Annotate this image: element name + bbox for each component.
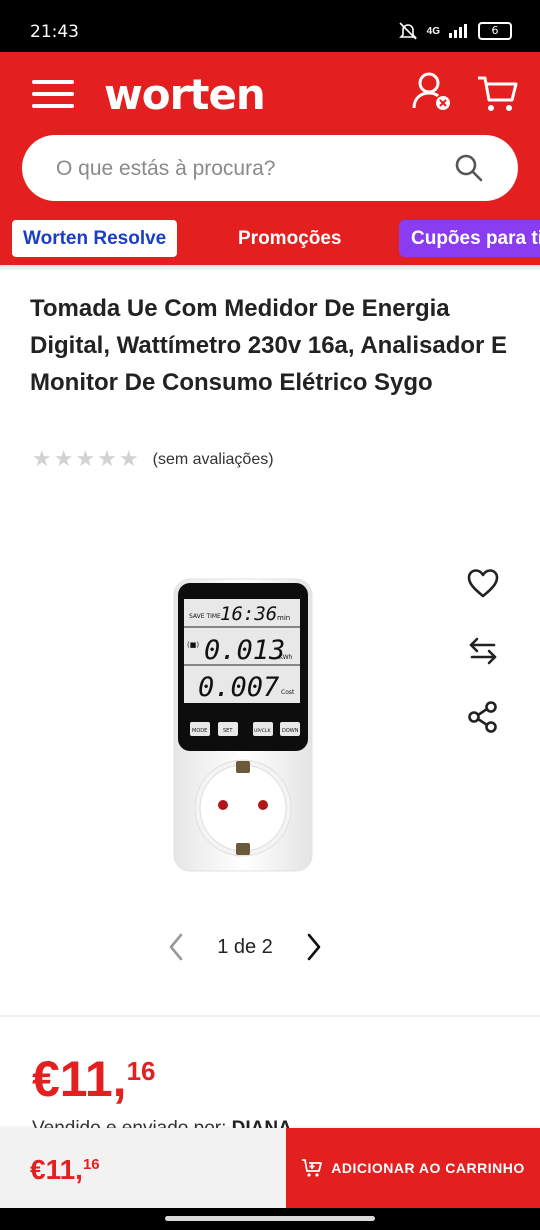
menu-button[interactable]: [32, 80, 74, 110]
search-icon[interactable]: [454, 153, 484, 183]
worten-logo[interactable]: worten: [104, 70, 266, 119]
chip-cupoes[interactable]: Cupões para ti: [399, 220, 540, 257]
product-image[interactable]: SAVE TIME 16:36 min (■) 0.013 KWh 0.007 …: [170, 575, 316, 875]
display-energy-unit: KWh: [279, 654, 293, 661]
display-button-down: DOWN: [282, 728, 299, 734]
display-button-up: UP/CLK: [254, 728, 271, 734]
display-time-label: SAVE TIME: [189, 613, 221, 620]
add-to-cart-icon: [302, 1159, 323, 1177]
status-time: 21:43: [30, 22, 79, 42]
display-button-mode: MODE: [192, 728, 207, 734]
search-bar[interactable]: [22, 135, 518, 203]
display-time: 16:36: [220, 603, 277, 625]
product-title: Tomada Ue Com Medidor De Energia Digital…: [30, 295, 508, 396]
product-rating[interactable]: ★★★★★ (sem avaliações): [32, 447, 274, 472]
price-euros: €11,: [32, 1051, 127, 1107]
previous-image-icon[interactable]: [165, 931, 187, 963]
menu-icon-bar: [32, 92, 74, 96]
sticky-price-cents: 16: [82, 1156, 100, 1173]
status-icons: 4G 6: [397, 20, 512, 42]
network-label: 4G: [426, 25, 440, 37]
add-to-cart-label: ADICIONAR AO CARRINHO: [331, 1160, 525, 1176]
share-icon[interactable]: [466, 700, 500, 734]
next-image-icon[interactable]: [303, 931, 325, 963]
chip-worten-resolve[interactable]: Worten Resolve: [12, 220, 178, 257]
quick-links: Worten Resolve Promoções Cupões para ti: [0, 218, 540, 260]
display-button-set: SET: [223, 728, 233, 734]
signal-icon: [449, 24, 467, 38]
favorite-icon[interactable]: [466, 567, 500, 601]
rating-stars: ★★★★★: [32, 447, 141, 472]
pager-text: 1 de 2: [217, 935, 273, 958]
display-energy: 0.013: [204, 635, 285, 666]
chip-promocoes[interactable]: Promoções: [238, 220, 341, 257]
status-bar: 21:43 4G 6: [0, 0, 540, 52]
system-nav-bar: [0, 1208, 540, 1230]
user-account-icon[interactable]: [410, 70, 452, 112]
battery-icon: 6: [478, 22, 512, 40]
sticky-price: €11,16: [30, 1154, 100, 1186]
display-time-unit: min: [277, 614, 290, 622]
image-pager: 1 de 2: [165, 930, 325, 964]
rating-text: (sem avaliações): [152, 450, 274, 468]
section-divider: [0, 1015, 540, 1017]
compare-icon[interactable]: [466, 634, 500, 668]
sticky-price-euros: €11,: [30, 1154, 83, 1185]
display-cost: 0.007: [198, 672, 279, 703]
add-to-cart-button[interactable]: ADICIONAR AO CARRINHO: [286, 1128, 540, 1208]
header-shadow: [0, 265, 540, 271]
cart-icon[interactable]: [476, 73, 518, 113]
product-price: €11,16: [32, 1050, 155, 1108]
menu-icon-bar: [32, 104, 74, 108]
search-input[interactable]: [54, 135, 438, 203]
mute-icon: [398, 22, 417, 40]
display-energy-marker: (■): [187, 641, 199, 649]
price-cents: 16: [126, 1056, 156, 1086]
display-cost-unit: Cost: [281, 689, 295, 696]
home-gesture-handle[interactable]: [165, 1216, 375, 1221]
menu-icon-bar: [32, 80, 74, 84]
